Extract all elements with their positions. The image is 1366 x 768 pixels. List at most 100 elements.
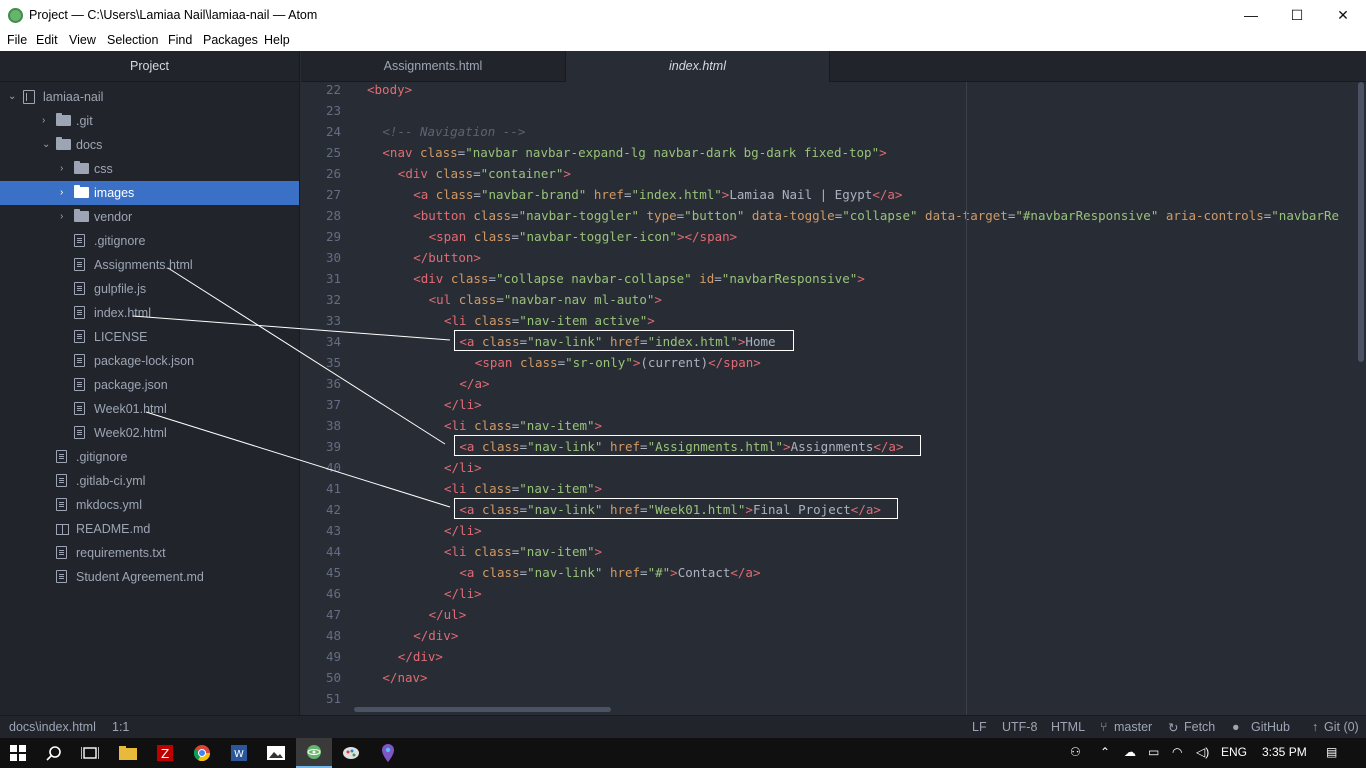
code-line[interactable]: <a class="navbar-brand" href="index.html… xyxy=(413,187,902,202)
chrome-icon[interactable] xyxy=(184,738,220,768)
tab-assignments-html[interactable]: Assignments.html xyxy=(301,51,565,82)
status-fetch[interactable]: Fetch xyxy=(1184,720,1215,734)
code-line[interactable]: </nav> xyxy=(382,670,427,685)
code-line[interactable]: <!-- Navigation --> xyxy=(382,124,525,139)
chevron-down-icon[interactable]: ⌄ xyxy=(8,85,18,109)
code-line[interactable]: <a class="nav-link" href="#">Contact</a> xyxy=(459,565,760,580)
status-github[interactable]: GitHub xyxy=(1251,720,1290,734)
maximize-button[interactable]: ☐ xyxy=(1274,0,1320,30)
tree-file[interactable]: Week01.html xyxy=(0,397,299,421)
clock[interactable]: 3:35 PM xyxy=(1262,745,1307,759)
onedrive-icon[interactable]: ☁ xyxy=(1124,745,1136,759)
code-line[interactable]: <body> xyxy=(367,82,412,97)
maps-icon[interactable] xyxy=(370,738,406,768)
wifi-icon[interactable]: ◠ xyxy=(1172,745,1182,759)
code-editor[interactable]: 22 23 24 25 26 27 28 29 30 31 32 33 34 35 36 37 38 39 40 41… xyxy=(301,82,1366,715)
menu-edit[interactable]: Edit xyxy=(36,33,58,47)
language-indicator[interactable]: ENG xyxy=(1221,745,1247,759)
tree-folder[interactable]: › vendor xyxy=(0,205,299,229)
task-view-icon[interactable] xyxy=(72,738,108,768)
code-line[interactable]: </li> xyxy=(444,523,482,538)
status-cursor-position[interactable]: 1:1 xyxy=(112,720,129,734)
battery-icon[interactable]: ▭ xyxy=(1148,745,1159,759)
code-line[interactable]: <ul class="navbar-nav ml-auto"> xyxy=(429,292,662,307)
vertical-scrollbar[interactable] xyxy=(1358,82,1364,362)
word-icon[interactable]: W xyxy=(221,738,257,768)
code-line[interactable]: <span class="navbar-toggler-icon"></span… xyxy=(429,229,738,244)
menu-find[interactable]: Find xyxy=(168,33,192,47)
tree-file[interactable]: .gitignore xyxy=(0,229,299,253)
code-line[interactable]: <div class="container"> xyxy=(398,166,571,181)
code-line[interactable]: </a> xyxy=(459,376,489,391)
menu-view[interactable]: View xyxy=(69,33,96,47)
code-line[interactable]: <li class="nav-item active"> xyxy=(444,313,655,328)
code-line[interactable]: <span class="sr-only">(current)</span> xyxy=(475,355,761,370)
code-line[interactable]: </ul> xyxy=(429,607,467,622)
search-icon[interactable] xyxy=(36,738,72,768)
code-line[interactable]: </li> xyxy=(444,586,482,601)
code-line[interactable]: <button class="navbar-toggler" type="but… xyxy=(413,208,1339,223)
tree-file[interactable]: package-lock.json xyxy=(0,349,299,373)
minimize-button[interactable]: — xyxy=(1228,0,1274,30)
chevron-right-icon[interactable]: › xyxy=(60,205,70,229)
code-line[interactable]: </li> xyxy=(444,397,482,412)
code-token: "navbarRe xyxy=(1271,208,1340,223)
chevron-up-icon[interactable]: ⌃ xyxy=(1100,745,1110,759)
volume-icon[interactable]: ◁) xyxy=(1196,745,1209,759)
code-line[interactable]: </li> xyxy=(444,460,482,475)
close-button[interactable]: ✕ xyxy=(1320,0,1366,30)
code-line[interactable]: <li class="nav-item"> xyxy=(444,544,602,559)
status-file-path[interactable]: docs\index.html xyxy=(9,720,96,734)
tree-file[interactable]: .gitlab-ci.yml xyxy=(0,469,299,493)
tree-file[interactable]: README.md xyxy=(0,517,299,541)
menu-packages[interactable]: Packages xyxy=(203,33,258,47)
tree-folder[interactable]: › css xyxy=(0,157,299,181)
code-line[interactable]: <nav class="navbar navbar-expand-lg navb… xyxy=(382,145,886,160)
action-center-icon[interactable]: ▤ xyxy=(1326,745,1337,759)
menu-help[interactable]: Help xyxy=(264,33,290,47)
status-git[interactable]: Git (0) xyxy=(1324,720,1359,734)
tree-file[interactable]: index.html xyxy=(0,301,299,325)
code-token: <!-- Navigation --> xyxy=(382,124,526,139)
file-explorer-icon[interactable] xyxy=(110,738,146,768)
status-grammar[interactable]: HTML xyxy=(1051,720,1085,734)
tree-file[interactable]: Week02.html xyxy=(0,421,299,445)
menu-selection[interactable]: Selection xyxy=(107,33,158,47)
code-line[interactable]: <li class="nav-item"> xyxy=(444,481,602,496)
windows-start-icon[interactable] xyxy=(0,738,36,768)
code-line[interactable]: <div class="collapse navbar-collapse" id… xyxy=(413,271,865,286)
horizontal-scrollbar[interactable] xyxy=(354,707,611,712)
menu-file[interactable]: File xyxy=(7,33,27,47)
atom-icon[interactable] xyxy=(296,738,332,768)
tree-folder[interactable]: ⌄ docs xyxy=(0,133,299,157)
tree-file[interactable]: requirements.txt xyxy=(0,541,299,565)
tree-folder[interactable]: › images xyxy=(0,181,299,205)
chevron-right-icon[interactable]: › xyxy=(42,109,52,133)
tree-file[interactable]: mkdocs.yml xyxy=(0,493,299,517)
tree-file[interactable]: Student Agreement.md xyxy=(0,565,299,589)
photos-icon[interactable] xyxy=(258,738,294,768)
tree-folder[interactable]: ⌄ lamiaa-nail xyxy=(0,85,299,109)
code-token: </li> xyxy=(444,586,482,601)
line-number: 25 xyxy=(325,145,341,160)
status-line-ending[interactable]: LF xyxy=(972,720,987,734)
code-line[interactable]: </div> xyxy=(413,628,458,643)
chevron-right-icon[interactable]: › xyxy=(60,181,70,205)
tree-folder[interactable]: › .git xyxy=(0,109,299,133)
code-line[interactable]: <li class="nav-item"> xyxy=(444,418,602,433)
status-branch[interactable]: master xyxy=(1114,720,1152,734)
tree-file[interactable]: .gitignore xyxy=(0,445,299,469)
code-line[interactable]: </div> xyxy=(398,649,443,664)
filezilla-icon[interactable]: Z xyxy=(147,738,183,768)
people-icon[interactable]: ⚇ xyxy=(1070,745,1081,759)
paint-icon[interactable] xyxy=(333,738,369,768)
tree-file[interactable]: gulpfile.js xyxy=(0,277,299,301)
tree-file[interactable]: Assignments.html xyxy=(0,253,299,277)
tree-file[interactable]: package.json xyxy=(0,373,299,397)
code-line[interactable]: </button> xyxy=(413,250,481,265)
tree-file[interactable]: LICENSE xyxy=(0,325,299,349)
chevron-down-icon[interactable]: ⌄ xyxy=(42,133,52,157)
status-encoding[interactable]: UTF-8 xyxy=(1002,720,1037,734)
tab-index-html[interactable]: index.html xyxy=(565,51,830,82)
chevron-right-icon[interactable]: › xyxy=(60,157,70,181)
